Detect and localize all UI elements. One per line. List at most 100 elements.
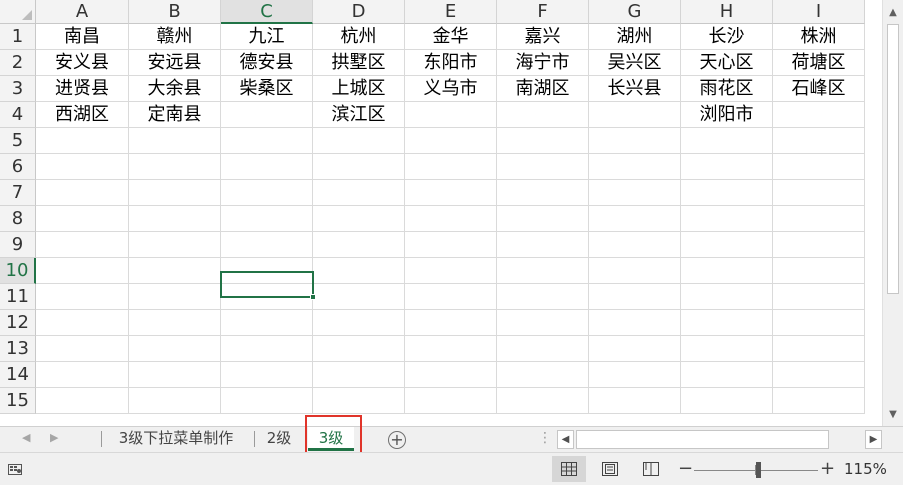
- cell-b6[interactable]: [129, 154, 221, 180]
- cell-g4[interactable]: [589, 102, 681, 128]
- cell-a12[interactable]: [36, 310, 129, 336]
- cell-d5[interactable]: [313, 128, 405, 154]
- cell-c12[interactable]: [221, 310, 313, 336]
- cell-g7[interactable]: [589, 180, 681, 206]
- horizontal-scrollbar[interactable]: ◀ ▶: [557, 430, 882, 449]
- cell-b8[interactable]: [129, 206, 221, 232]
- cell-d12[interactable]: [313, 310, 405, 336]
- cell-e15[interactable]: [405, 388, 497, 414]
- row-header-2[interactable]: 2: [0, 50, 36, 76]
- scroll-right-icon[interactable]: ▶: [865, 430, 882, 449]
- cell-d15[interactable]: [313, 388, 405, 414]
- cell-f2[interactable]: 海宁市: [497, 50, 589, 76]
- cell-h12[interactable]: [681, 310, 773, 336]
- cell-e13[interactable]: [405, 336, 497, 362]
- sheet-tab-2[interactable]: 2级: [257, 427, 301, 451]
- cell-g12[interactable]: [589, 310, 681, 336]
- cell-a15[interactable]: [36, 388, 129, 414]
- cell-a6[interactable]: [36, 154, 129, 180]
- cell-b12[interactable]: [129, 310, 221, 336]
- cell-c3[interactable]: 柴桑区: [221, 76, 313, 102]
- cell-i14[interactable]: [773, 362, 865, 388]
- cell-f14[interactable]: [497, 362, 589, 388]
- column-header-g[interactable]: G: [589, 0, 681, 24]
- cell-d11[interactable]: [313, 284, 405, 310]
- cell-h2[interactable]: 天心区: [681, 50, 773, 76]
- cell-g9[interactable]: [589, 232, 681, 258]
- cell-c14[interactable]: [221, 362, 313, 388]
- cell-f11[interactable]: [497, 284, 589, 310]
- cell-f3[interactable]: 南湖区: [497, 76, 589, 102]
- row-header-5[interactable]: 5: [0, 128, 36, 154]
- cell-e9[interactable]: [405, 232, 497, 258]
- cell-b4[interactable]: 定南县: [129, 102, 221, 128]
- cell-h1[interactable]: 长沙: [681, 24, 773, 50]
- cell-c13[interactable]: [221, 336, 313, 362]
- add-sheet-button[interactable]: +: [388, 431, 406, 449]
- cell-d7[interactable]: [313, 180, 405, 206]
- cell-i1[interactable]: 株洲: [773, 24, 865, 50]
- cell-a5[interactable]: [36, 128, 129, 154]
- cell-a8[interactable]: [36, 206, 129, 232]
- cell-a4[interactable]: 西湖区: [36, 102, 129, 128]
- page-layout-view-button[interactable]: [593, 456, 627, 482]
- cell-i4[interactable]: [773, 102, 865, 128]
- zoom-slider-thumb[interactable]: [756, 462, 761, 478]
- cell-e8[interactable]: [405, 206, 497, 232]
- row-header-14[interactable]: 14: [0, 362, 36, 388]
- prev-sheet-icon[interactable]: ◀: [22, 431, 30, 444]
- zoom-out-button[interactable]: −: [678, 458, 693, 479]
- row-header-9[interactable]: 9: [0, 232, 36, 258]
- cell-h6[interactable]: [681, 154, 773, 180]
- cell-c2[interactable]: 德安县: [221, 50, 313, 76]
- cell-d8[interactable]: [313, 206, 405, 232]
- cell-b3[interactable]: 大余县: [129, 76, 221, 102]
- scroll-left-icon[interactable]: ◀: [557, 430, 574, 449]
- cell-i5[interactable]: [773, 128, 865, 154]
- cell-e5[interactable]: [405, 128, 497, 154]
- sheet-tab-1[interactable]: 3级下拉菜单制作: [104, 427, 248, 451]
- column-header-a[interactable]: A: [36, 0, 129, 24]
- cell-a9[interactable]: [36, 232, 129, 258]
- cell-d3[interactable]: 上城区: [313, 76, 405, 102]
- cell-e12[interactable]: [405, 310, 497, 336]
- row-header-8[interactable]: 8: [0, 206, 36, 232]
- cell-h7[interactable]: [681, 180, 773, 206]
- cell-d2[interactable]: 拱墅区: [313, 50, 405, 76]
- column-header-c[interactable]: C: [221, 0, 313, 24]
- cell-b9[interactable]: [129, 232, 221, 258]
- spreadsheet-grid[interactable]: ABCDEFGHI 1 2 3 4 5 6 7 8 9 10 11 12 13 14 15 南昌 赣州 九江 杭州…: [0, 0, 882, 426]
- cell-g15[interactable]: [589, 388, 681, 414]
- zoom-percentage[interactable]: 115%: [844, 460, 887, 478]
- cell-i8[interactable]: [773, 206, 865, 232]
- cell-g8[interactable]: [589, 206, 681, 232]
- cell-i11[interactable]: [773, 284, 865, 310]
- cell-a1[interactable]: 南昌: [36, 24, 129, 50]
- row-header-7[interactable]: 7: [0, 180, 36, 206]
- normal-view-button[interactable]: [552, 456, 586, 482]
- cell-g6[interactable]: [589, 154, 681, 180]
- cell-e6[interactable]: [405, 154, 497, 180]
- row-header-3[interactable]: 3: [0, 76, 36, 102]
- cell-h9[interactable]: [681, 232, 773, 258]
- cell-f15[interactable]: [497, 388, 589, 414]
- column-header-d[interactable]: D: [313, 0, 405, 24]
- scroll-down-icon[interactable]: ▼: [883, 404, 903, 424]
- cell-f5[interactable]: [497, 128, 589, 154]
- cell-i7[interactable]: [773, 180, 865, 206]
- cell-h8[interactable]: [681, 206, 773, 232]
- cell-f10[interactable]: [497, 258, 589, 284]
- cell-f4[interactable]: [497, 102, 589, 128]
- column-header-h[interactable]: H: [681, 0, 773, 24]
- cell-a13[interactable]: [36, 336, 129, 362]
- cell-b13[interactable]: [129, 336, 221, 362]
- cell-c9[interactable]: [221, 232, 313, 258]
- page-break-view-button[interactable]: [634, 456, 668, 482]
- cell-a7[interactable]: [36, 180, 129, 206]
- cell-b15[interactable]: [129, 388, 221, 414]
- fill-handle[interactable]: [310, 294, 316, 300]
- cell-i15[interactable]: [773, 388, 865, 414]
- cell-a3[interactable]: 进贤县: [36, 76, 129, 102]
- cell-c1[interactable]: 九江: [221, 24, 313, 50]
- cell-g1[interactable]: 湖州: [589, 24, 681, 50]
